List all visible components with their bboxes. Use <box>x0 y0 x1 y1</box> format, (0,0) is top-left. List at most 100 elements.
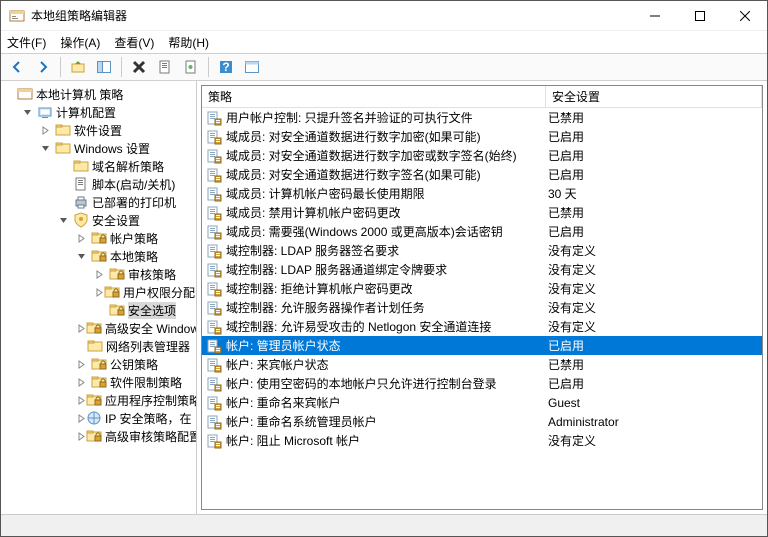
twisty-icon[interactable] <box>41 144 55 153</box>
policy-row[interactable]: 域成员: 对安全通道数据进行数字加密或数字签名(始终)已启用 <box>202 146 762 165</box>
tree-label: 用户权限分配 <box>123 284 195 301</box>
twisty-icon[interactable] <box>23 108 37 117</box>
policy-row[interactable]: 域控制器: LDAP 服务器签名要求没有定义 <box>202 241 762 260</box>
menu-bar: 文件(F) 操作(A) 查看(V) 帮助(H) <box>1 31 767 53</box>
policy-item-icon <box>206 224 222 240</box>
printer-icon <box>73 194 89 210</box>
policy-value: 没有定义 <box>548 318 596 335</box>
tree-item[interactable]: 安全设置 <box>1 211 196 229</box>
tree-item[interactable]: 软件设置 <box>1 121 196 139</box>
tree-item[interactable]: 高级安全 Windows <box>1 319 196 337</box>
twisty-icon[interactable] <box>77 432 86 441</box>
delete-button[interactable] <box>127 55 151 79</box>
twisty-icon[interactable] <box>59 216 73 225</box>
tree-item[interactable]: 公钥策略 <box>1 355 196 373</box>
forward-button[interactable] <box>31 55 55 79</box>
policy-name: 用户帐户控制: 只提升签名并验证的可执行文件 <box>226 109 548 126</box>
menu-view[interactable]: 查看(V) <box>114 34 154 51</box>
policy-item-icon <box>206 186 222 202</box>
policy-row[interactable]: 域成员: 计算机帐户密码最长使用期限30 天 <box>202 184 762 203</box>
refresh-button[interactable] <box>240 55 264 79</box>
help-button[interactable]: ? <box>214 55 238 79</box>
policy-row[interactable]: 域控制器: 允许服务器操作者计划任务没有定义 <box>202 298 762 317</box>
tree-item[interactable]: 本地策略 <box>1 247 196 265</box>
folder-computer-icon <box>37 104 53 120</box>
twisty-icon[interactable] <box>77 360 91 369</box>
tree-label: 已部署的打印机 <box>92 194 176 211</box>
folder-lock-icon <box>86 428 102 444</box>
twisty-icon[interactable] <box>77 414 86 423</box>
policy-row[interactable]: 域成员: 对安全通道数据进行数字签名(如果可能)已启用 <box>202 165 762 184</box>
show-hide-tree-button[interactable] <box>92 55 116 79</box>
toolbar: ? <box>1 53 767 81</box>
policy-item-icon <box>206 148 222 164</box>
folder-icon <box>87 338 103 354</box>
tree-item[interactable]: 网络列表管理器 <box>1 337 196 355</box>
script-icon <box>73 176 89 192</box>
tree-pane[interactable]: 本地计算机 策略 计算机配置软件设置Windows 设置域名解析策略脚本(启动/… <box>1 81 197 514</box>
policy-row[interactable]: 用户帐户控制: 只提升签名并验证的可执行文件已禁用 <box>202 108 762 127</box>
export-button[interactable] <box>153 55 177 79</box>
tree-item[interactable]: Windows 设置 <box>1 139 196 157</box>
close-button[interactable] <box>722 1 767 30</box>
twisty-icon[interactable] <box>77 252 91 261</box>
tree-item[interactable]: 用户权限分配 <box>1 283 196 301</box>
menu-file[interactable]: 文件(F) <box>7 34 46 51</box>
twisty-icon[interactable] <box>95 270 109 279</box>
menu-help[interactable]: 帮助(H) <box>168 34 209 51</box>
back-button[interactable] <box>5 55 29 79</box>
maximize-button[interactable] <box>677 1 722 30</box>
twisty-icon[interactable] <box>77 324 86 333</box>
policy-row[interactable]: 域控制器: LDAP 服务器通道绑定令牌要求没有定义 <box>202 260 762 279</box>
policy-row[interactable]: 帐户: 使用空密码的本地帐户只允许进行控制台登录已启用 <box>202 374 762 393</box>
policy-row[interactable]: 域成员: 对安全通道数据进行数字加密(如果可能)已启用 <box>202 127 762 146</box>
tree-item[interactable]: 软件限制策略 <box>1 373 196 391</box>
policy-row[interactable]: 帐户: 管理员帐户状态已启用 <box>202 336 762 355</box>
twisty-icon[interactable] <box>77 396 86 405</box>
policy-row[interactable]: 域成员: 需要强(Windows 2000 或更高版本)会话密钥已启用 <box>202 222 762 241</box>
tree-item[interactable]: 域名解析策略 <box>1 157 196 175</box>
tree-item[interactable]: 审核策略 <box>1 265 196 283</box>
policy-name: 帐户: 管理员帐户状态 <box>226 337 548 354</box>
policy-name: 帐户: 重命名系统管理员帐户 <box>226 413 548 430</box>
tree-item[interactable]: 脚本(启动/关机) <box>1 175 196 193</box>
policy-item-icon <box>206 433 222 449</box>
tree-item[interactable]: 计算机配置 <box>1 103 196 121</box>
policy-row[interactable]: 帐户: 阻止 Microsoft 帐户没有定义 <box>202 431 762 450</box>
policy-item-icon <box>206 395 222 411</box>
tree-item[interactable]: IP 安全策略，在 <box>1 409 196 427</box>
tree-item[interactable]: 帐户策略 <box>1 229 196 247</box>
policy-row[interactable]: 域控制器: 允许易受攻击的 Netlogon 安全通道连接没有定义 <box>202 317 762 336</box>
policy-row[interactable]: 域控制器: 拒绝计算机帐户密码更改没有定义 <box>202 279 762 298</box>
tree-item[interactable]: 高级审核策略配置 <box>1 427 196 445</box>
column-setting[interactable]: 安全设置 <box>546 86 762 107</box>
twisty-icon[interactable] <box>41 126 55 135</box>
tree-root[interactable]: 本地计算机 策略 <box>1 85 196 103</box>
policy-row[interactable]: 帐户: 重命名系统管理员帐户Administrator <box>202 412 762 431</box>
up-button[interactable] <box>66 55 90 79</box>
policy-item-icon <box>206 167 222 183</box>
tree-item[interactable]: 应用程序控制策略 <box>1 391 196 409</box>
policy-value: 已启用 <box>548 166 584 183</box>
policy-value: 已启用 <box>548 223 584 240</box>
tree-label: 公钥策略 <box>110 356 158 373</box>
policy-row[interactable]: 域成员: 禁用计算机帐户密码更改已禁用 <box>202 203 762 222</box>
twisty-icon[interactable] <box>95 288 104 297</box>
list-body[interactable]: 用户帐户控制: 只提升签名并验证的可执行文件已禁用域成员: 对安全通道数据进行数… <box>202 108 762 509</box>
minimize-button[interactable] <box>632 1 677 30</box>
tree-label: 本地策略 <box>110 248 158 265</box>
menu-action[interactable]: 操作(A) <box>60 34 100 51</box>
policy-value: 已启用 <box>548 128 584 145</box>
properties-button[interactable] <box>179 55 203 79</box>
folder-lock-icon <box>86 392 102 408</box>
tree-item[interactable]: 已部署的打印机 <box>1 193 196 211</box>
twisty-icon[interactable] <box>77 234 91 243</box>
policy-row[interactable]: 帐户: 来宾帐户状态已禁用 <box>202 355 762 374</box>
folder-lock-icon <box>109 266 125 282</box>
policy-item-icon <box>206 281 222 297</box>
twisty-icon[interactable] <box>77 378 91 387</box>
column-policy[interactable]: 策略 <box>202 86 546 107</box>
tree-item[interactable]: 安全选项 <box>1 301 196 319</box>
policy-row[interactable]: 帐户: 重命名来宾帐户Guest <box>202 393 762 412</box>
tree-label: 审核策略 <box>128 266 176 283</box>
